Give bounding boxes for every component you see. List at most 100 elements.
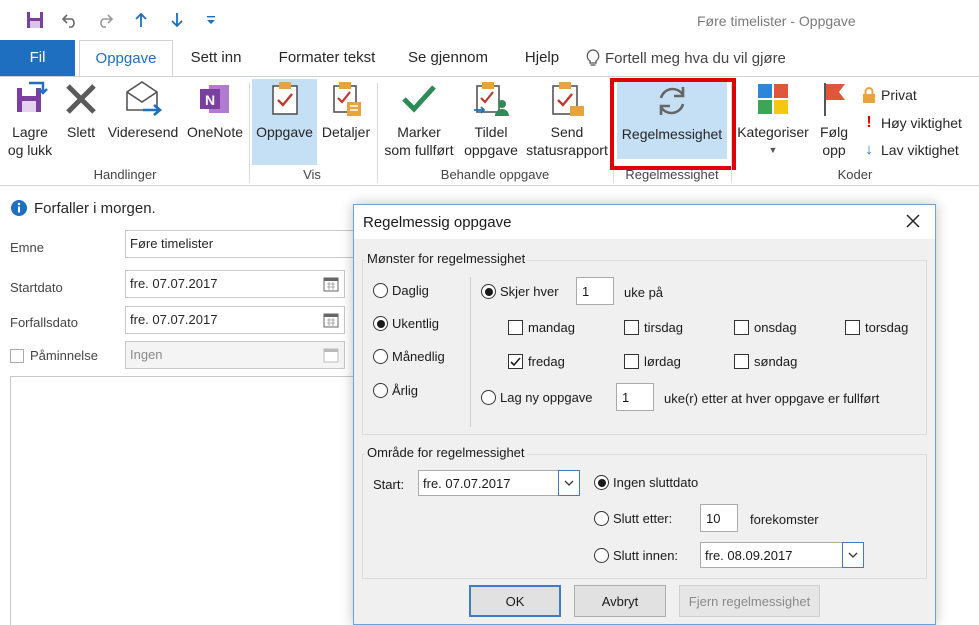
low-importance-label: Lav viktighet <box>881 141 959 158</box>
onenote-button[interactable]: N OneNote <box>184 79 246 141</box>
friday-checkbox[interactable]: fredag <box>508 354 565 369</box>
cancel-button[interactable]: Avbryt <box>574 585 666 617</box>
private-button[interactable]: Privat <box>862 87 917 103</box>
regenerate-suffix-label: uke(r) etter at hver oppgave er fullført <box>664 391 880 406</box>
mark-complete-label-2: som fullført <box>384 142 454 158</box>
arrow-up-icon[interactable] <box>128 8 154 32</box>
tab-format-text[interactable]: Formater tekst <box>268 40 386 76</box>
follow-up-button[interactable]: Følg opp <box>812 79 856 159</box>
tell-me-text: Fortell meg hva du vil gjøre <box>605 49 786 67</box>
saturday-checkbox[interactable]: lørdag <box>624 354 681 369</box>
high-importance-button[interactable]: ! Høy viktighet <box>862 114 962 132</box>
task-view-button[interactable]: Oppgave <box>252 79 317 165</box>
exclamation-icon: ! <box>866 114 872 131</box>
monthly-label: Månedlig <box>392 349 445 364</box>
end-by-value: fre. 08.09.2017 <box>705 548 793 563</box>
delete-label: Slett <box>66 124 95 140</box>
end-by-radio[interactable]: Slutt innen: <box>594 548 678 563</box>
weekly-radio[interactable]: Ukentlig <box>373 316 439 331</box>
close-icon[interactable] <box>903 211 923 231</box>
regenerate-input[interactable]: 1 <box>616 383 654 411</box>
checkbox-icon <box>734 354 749 369</box>
due-date-label: Forfallsdato <box>10 315 78 330</box>
flag-icon <box>814 79 854 119</box>
undo-icon[interactable] <box>57 8 83 32</box>
private-label: Privat <box>881 87 917 103</box>
yearly-radio[interactable]: Årlig <box>373 383 418 398</box>
tab-file[interactable]: Fil <box>0 40 75 76</box>
checkbox-icon <box>624 354 639 369</box>
subject-label: Emne <box>10 240 44 255</box>
details-button[interactable]: Detaljer <box>318 79 374 141</box>
radio-icon <box>594 511 609 526</box>
chevron-down-icon[interactable] <box>842 542 864 568</box>
save-icon[interactable] <box>22 8 48 32</box>
checkmark-icon <box>510 357 521 367</box>
follow-up-label-1: Følg <box>820 124 848 140</box>
sunday-checkbox[interactable]: søndag <box>734 354 797 369</box>
regenerate-radio[interactable]: Lag ny oppgave <box>481 390 593 405</box>
calendar-icon <box>323 348 339 363</box>
start-date-input[interactable]: fre. 07.07.2017 <box>125 270 345 298</box>
tab-review[interactable]: Se gjennom <box>398 40 498 76</box>
range-start-dropdown[interactable]: fre. 07.07.2017 <box>418 470 580 496</box>
recur-every-radio[interactable]: Skjer hver <box>481 284 559 299</box>
redo-icon[interactable] <box>92 8 118 32</box>
end-after-input[interactable]: 10 <box>700 504 738 532</box>
group-label-actions: Handlinger <box>93 167 157 182</box>
recur-every-input[interactable]: 1 <box>576 277 614 305</box>
end-after-radio[interactable]: Slutt etter: <box>594 511 672 526</box>
due-date-value: fre. 07.07.2017 <box>130 312 218 327</box>
subject-input[interactable]: Føre timelister <box>125 230 365 258</box>
delete-icon <box>61 79 101 119</box>
range-start-label: Start: <box>373 477 405 492</box>
daily-radio[interactable]: Daglig <box>373 283 429 298</box>
forward-button[interactable]: Videresend <box>104 79 182 141</box>
categorize-button[interactable]: Kategoriser ▼ <box>734 79 812 159</box>
group-label-tags: Koder <box>837 167 873 182</box>
start-date-value: fre. 07.07.2017 <box>130 276 218 291</box>
reminder-checkbox[interactable]: Påminnelse <box>10 348 98 363</box>
low-importance-button[interactable]: ↓ Lav viktighet <box>862 141 959 158</box>
send-status-button[interactable]: Send statusrapport <box>522 79 612 159</box>
thursday-checkbox[interactable]: torsdag <box>845 320 908 335</box>
tab-insert[interactable]: Sett inn <box>180 40 252 76</box>
tuesday-checkbox[interactable]: tirsdag <box>624 320 683 335</box>
assign-task-icon <box>471 79 511 119</box>
due-date-input[interactable]: fre. 07.07.2017 <box>125 306 345 334</box>
tab-help[interactable]: Hjelp <box>514 40 570 76</box>
save-close-button[interactable]: Lagre og lukk <box>4 79 56 159</box>
reminder-input: Ingen <box>125 341 345 369</box>
assign-task-button[interactable]: Tildel oppgave <box>460 79 522 159</box>
no-end-date-radio[interactable]: Ingen sluttdato <box>594 475 698 490</box>
reminder-value: Ingen <box>130 347 163 362</box>
arrow-down-icon: ↓ <box>865 141 873 158</box>
tab-task[interactable]: Oppgave <box>79 40 173 77</box>
info-text: Forfaller i morgen. <box>34 199 156 217</box>
title-bar: Føre timelister - Oppgave <box>0 0 979 40</box>
follow-up-label-2: opp <box>822 142 846 158</box>
weeks-on-label: uke på <box>624 285 664 300</box>
arrow-down-icon[interactable] <box>164 8 190 32</box>
task-body-editor[interactable] <box>10 376 360 625</box>
end-by-dropdown[interactable]: fre. 08.09.2017 <box>700 542 864 568</box>
calendar-icon[interactable] <box>323 276 339 292</box>
radio-icon <box>594 548 609 563</box>
ok-button[interactable]: OK <box>469 585 561 617</box>
mark-complete-button[interactable]: Marker som fullført <box>380 79 458 159</box>
customize-qat-icon[interactable] <box>198 8 224 32</box>
recur-every-label: Skjer hver <box>500 284 559 299</box>
svg-text:N: N <box>205 92 215 108</box>
chevron-down-icon[interactable] <box>558 470 580 496</box>
yearly-label: Årlig <box>392 383 419 398</box>
tell-me-search[interactable]: Fortell meg hva du vil gjøre <box>585 49 786 67</box>
delete-button[interactable]: Slett <box>60 79 102 141</box>
wednesday-checkbox[interactable]: onsdag <box>734 320 797 335</box>
calendar-icon[interactable] <box>323 312 339 328</box>
monday-checkbox[interactable]: mandag <box>508 320 575 335</box>
monthly-radio[interactable]: Månedlig <box>373 349 445 364</box>
lightbulb-icon <box>586 49 600 66</box>
categorize-label: Kategoriser <box>737 124 809 140</box>
pattern-group-title: Mønster for regelmessighet <box>365 251 528 266</box>
group-label-show: Vis <box>303 167 321 182</box>
